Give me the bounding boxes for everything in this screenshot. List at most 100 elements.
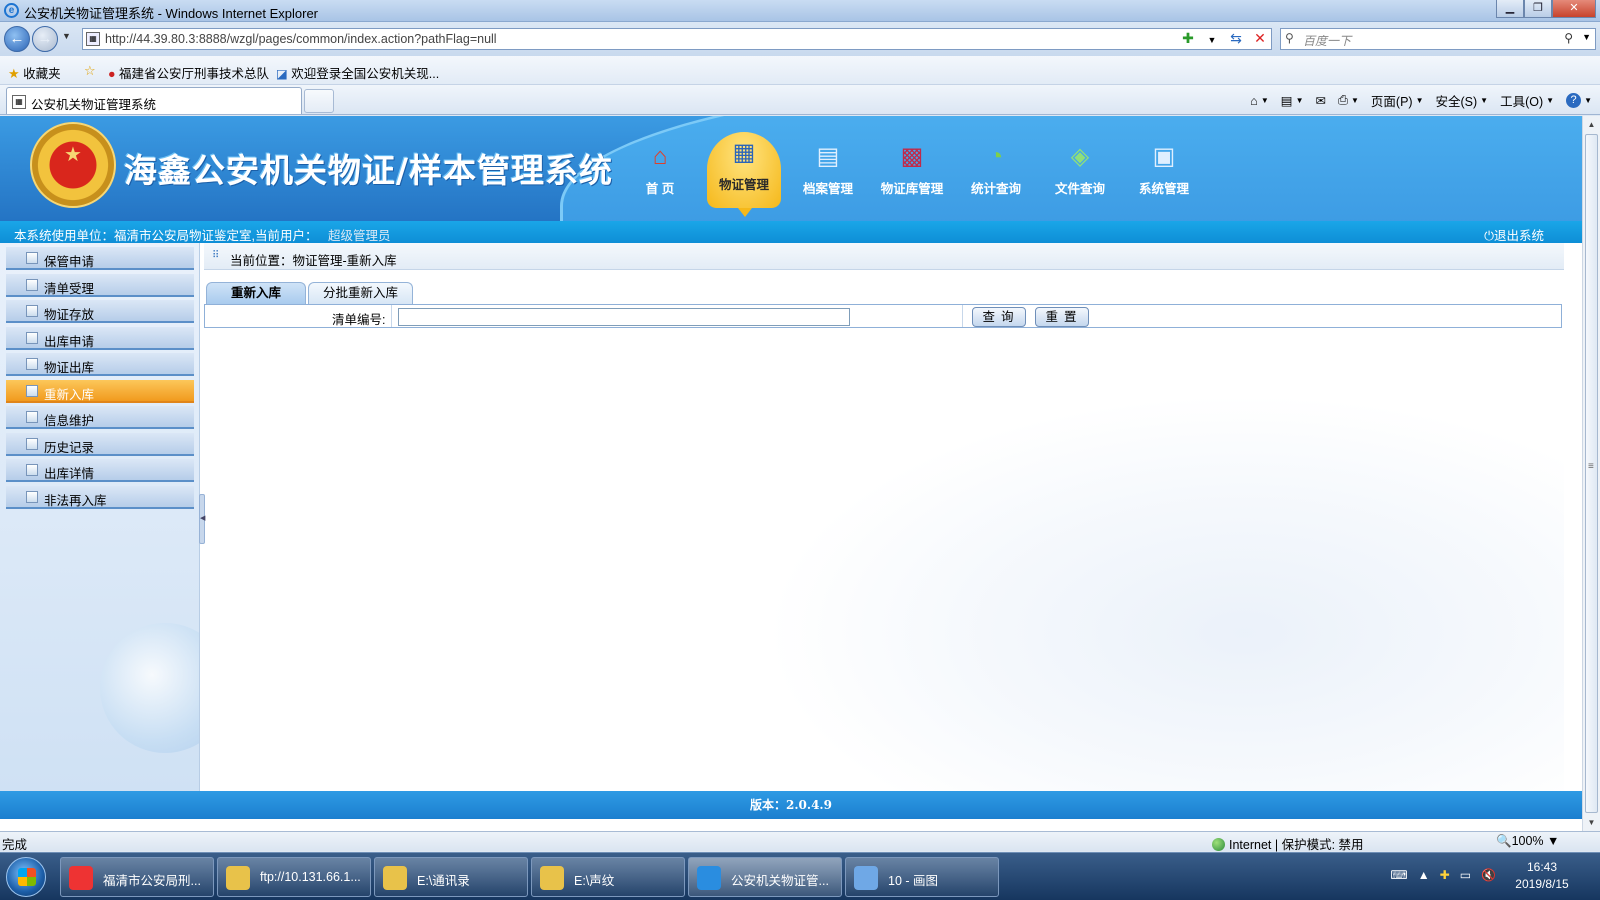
address-dropdown-icon[interactable]: ▼ [1203,30,1221,50]
tools-menu[interactable]: 工具(O) ▼ [1500,91,1554,110]
left-menu-item[interactable]: 保管申请 [6,247,194,270]
internet-globe-icon [1212,838,1225,851]
taskbar-button[interactable]: E:\通讯录 [374,857,528,897]
address-bar[interactable]: ▦ http://44.39.80.3:8888/wzgl/pages/comm… [82,28,1272,50]
search-form: 清单编号: 查询 重置 [204,304,1562,328]
stop-icon[interactable]: ✕ [1251,30,1269,50]
history-dropdown-icon[interactable]: ▼ [62,31,71,41]
menu-item-icon [26,331,38,344]
favorite-link-1[interactable]: ● 福建省公安厅刑事技术总队 [108,63,269,82]
page-scrollbar[interactable]: ▲ ≡ ▼ [1582,116,1600,831]
tab-row: ▦ 公安机关物证管理系统 ⌂ ▼ ▤ ▼ ✉ ⎙ ▼ 页面(P) ▼ 安全(S) ▼ 工具… [0,85,1600,115]
breadcrumb-text: 当前位置：物证管理-重新入库 [230,254,397,268]
taskbar-button[interactable]: ftp://10.131.66.1... [217,857,371,897]
document-icon: ▤ [816,143,840,170]
chart-search-icon: ◔ [988,143,1004,170]
app-icon [69,866,93,890]
reset-button[interactable]: 重置 [1035,307,1089,327]
search-options-icon[interactable]: ▼ [1582,32,1591,42]
print-button[interactable]: ⎙ ▼ [1338,93,1359,108]
home-button[interactable]: ⌂ ▼ [1250,94,1268,108]
browser-tab[interactable]: ▦ 公安机关物证管理系统 [6,87,302,114]
top-nav-label: 系统管理 [1138,182,1189,196]
menu-item-icon [26,490,38,503]
top-nav-item[interactable]: ⌂ 首 页 [618,136,702,212]
command-bar: ⌂ ▼ ▤ ▼ ✉ ⎙ ▼ 页面(P) ▼ 安全(S) ▼ 工具(O) ▼ ? ▼ [1250,91,1592,110]
taskbar-label: 公安机关物证管... [731,874,829,888]
app-icon [697,866,721,890]
calendar-icon: ▦ [732,139,756,166]
top-nav-item[interactable]: ▩ 物证库管理 [870,136,954,212]
app-icon [226,866,250,890]
top-nav-item[interactable]: ◔ 统计查询 [954,136,1038,212]
search-icon[interactable]: ⚲ [1564,31,1573,45]
help-button[interactable]: ? ▼ [1566,93,1592,108]
new-tab-button[interactable] [304,89,334,113]
add-favorite-icon[interactable]: ☆ [84,63,96,79]
taskbar-button[interactable]: 公安机关物证管... [688,857,842,897]
left-menu-item[interactable]: 清单受理 [6,273,194,297]
security-zone: Internet | 保护模式: 禁用 [1212,834,1364,853]
back-button[interactable]: ← [4,26,30,52]
browser-tab-title: 公安机关物证管理系统 [31,98,157,112]
start-button[interactable] [6,857,46,897]
menu-item-label: 出库详情 [44,467,95,481]
top-nav-item[interactable]: ◈ 文件查询 [1038,136,1122,212]
tab-batch-re-store[interactable]: 分批重新入库 [308,282,414,304]
taskbar: 福清市公安局刑... ftp://10.131.66.1... E:\通讯录 E:\声… [0,852,1600,900]
clock[interactable]: 16:43 2019/8/15 [1506,859,1578,893]
scroll-up-icon[interactable]: ▲ [1583,116,1600,133]
page-menu[interactable]: 页面(P) ▼ [1371,91,1424,110]
taskbar-button[interactable]: 福清市公安局刑... [60,857,214,897]
taskbar-button[interactable]: E:\声纹 [531,857,685,897]
top-nav-item[interactable]: ▤ 档案管理 [786,136,870,212]
top-nav-item[interactable]: ▦ 物证管理 [707,132,781,217]
menu-item-label: 历史记录 [44,440,95,455]
compat-view-icon[interactable]: ✚ [1179,30,1197,50]
taskbar-label: ftp://10.131.66.1... [260,870,361,884]
menu-item-label: 重新入库 [44,387,95,402]
police-emblem-icon: ★ [30,122,116,208]
left-menu-item[interactable]: 物证存放 [6,300,194,323]
address-url[interactable]: http://44.39.80.3:8888/wzgl/pages/common… [105,32,497,46]
list-number-input[interactable] [398,308,850,326]
left-menu-item[interactable]: 重新入库 [6,379,194,403]
logout-link[interactable]: ⏻退出系统 [1484,225,1544,244]
network-icon[interactable]: ▭ [1460,868,1471,882]
top-nav-item[interactable]: ▣ 系统管理 [1122,136,1206,212]
keyboard-icon[interactable]: ⌨ [1390,868,1407,882]
security-tray-icon[interactable]: ✚ [1440,868,1450,882]
menu-item-icon [26,305,38,317]
system-name: 海鑫公安机关物证/样本管理系统 [124,151,614,190]
window-titlebar: e 公安机关物证管理系统 - Windows Internet Explorer… [0,0,1600,22]
favorites-button[interactable]: ★ 收藏夹 [8,63,61,82]
volume-icon[interactable]: 🔇 [1481,868,1496,882]
top-nav-label: 物证管理 [718,178,769,192]
taskbar-button[interactable]: 10 - 画图 [845,857,999,897]
menu-item-label: 非法再入库 [44,493,107,508]
safety-menu[interactable]: 安全(S) ▼ [1436,91,1489,110]
favorite-link-2[interactable]: ◪ 欢迎登录全国公安机关现... [276,63,439,82]
forward-button[interactable]: → [32,26,58,52]
left-menu-item[interactable]: 信息维护 [6,406,194,429]
scroll-down-icon[interactable]: ▼ [1583,814,1600,831]
left-menu-item[interactable]: 非法再入库 [6,485,194,509]
ie-page-icon: ◪ [276,67,288,81]
tab-re-store[interactable]: 重新入库 [206,282,307,304]
close-button[interactable]: ✕ [1552,0,1596,18]
zoom-control[interactable]: 🔍100% ▼ [1496,834,1559,849]
left-menu-item[interactable]: 历史记录 [6,432,194,456]
query-button[interactable]: 查询 [972,307,1026,327]
left-menu-item[interactable]: 物证出库 [6,353,194,376]
scroll-thumb[interactable] [1585,134,1598,813]
mail-button[interactable]: ✉ [1315,93,1325,108]
minimize-button[interactable]: ▁ [1496,0,1524,18]
search-box[interactable]: ⚲ 百度一下 ⚲ ▼ [1280,28,1596,50]
maximize-button[interactable]: ❐ [1524,0,1552,18]
feeds-button[interactable]: ▤ ▼ [1281,93,1304,108]
refresh-icon[interactable]: ⇆ [1227,30,1245,50]
top-nav-label: 统计查询 [970,182,1021,196]
tray-expand-icon[interactable]: ▲ [1418,868,1430,882]
left-menu-item[interactable]: 出库详情 [6,459,194,482]
left-menu-item[interactable]: 出库申请 [6,326,194,350]
